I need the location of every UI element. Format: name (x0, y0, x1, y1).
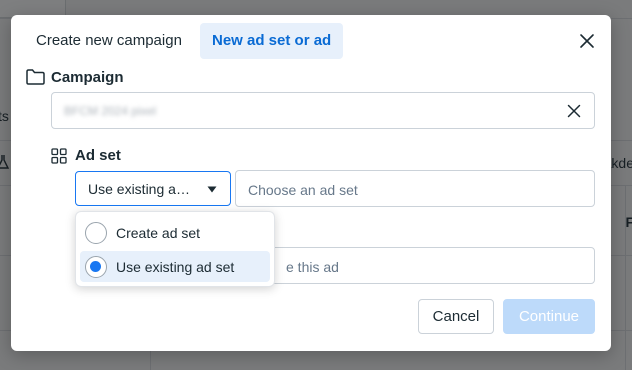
campaign-section-title: Campaign (51, 69, 124, 86)
radio-dot (90, 261, 101, 272)
create-ad-dialog: Create new campaign New ad set or ad Cam… (11, 15, 611, 351)
choose-ad-set-placeholder: Choose an ad set (248, 182, 358, 198)
radio-unchecked[interactable] (85, 222, 107, 244)
ad-name-placeholder: e this ad (286, 259, 339, 275)
ad-set-mode-menu: Create ad set Use existing ad set (75, 211, 275, 287)
campaign-value: BFCM 2024 pixel (64, 104, 157, 118)
grid-icon (51, 148, 67, 164)
menu-option-label: Use existing ad set (116, 259, 235, 275)
clear-icon[interactable] (566, 103, 582, 119)
menu-option-label: Create ad set (116, 225, 201, 241)
campaign-field[interactable]: BFCM 2024 pixel (51, 92, 595, 129)
caret-down-icon (207, 186, 217, 193)
choose-ad-set-field[interactable]: Choose an ad set (235, 170, 595, 207)
ad-set-mode-value: Use existing ad set (88, 181, 196, 197)
ad-set-mode-select[interactable]: Use existing ad set (75, 171, 231, 206)
menu-option-create-ad-set[interactable]: Create ad set (80, 217, 270, 248)
menu-option-use-existing-ad-set[interactable]: Use existing ad set (80, 251, 270, 282)
tab-new-ad-set-or-ad[interactable]: New ad set or ad (200, 23, 344, 59)
cancel-button[interactable]: Cancel (418, 299, 494, 334)
continue-button[interactable]: Continue (503, 299, 595, 334)
radio-checked[interactable] (85, 256, 107, 278)
ad-set-section-title: Ad set (75, 147, 121, 164)
close-icon[interactable] (577, 31, 597, 51)
tab-create-new-campaign[interactable]: Create new campaign (24, 23, 194, 59)
folder-icon (26, 69, 45, 85)
